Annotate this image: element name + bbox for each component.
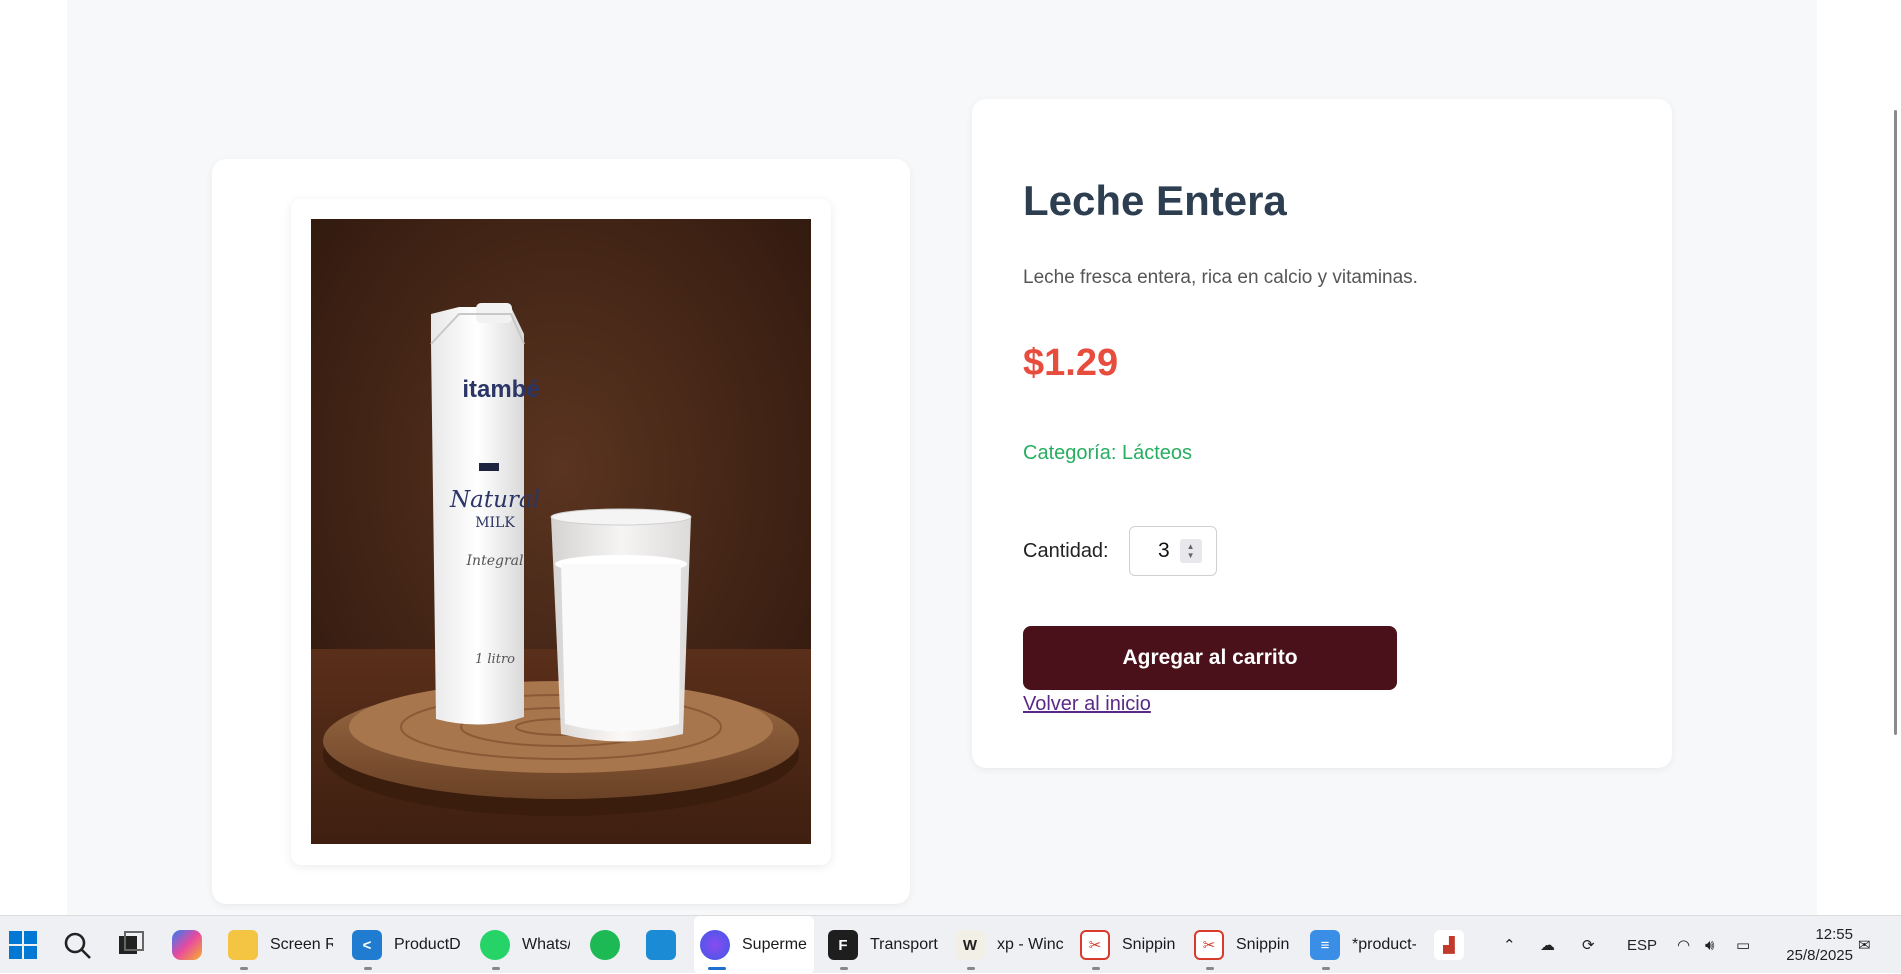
copilot-icon xyxy=(172,930,202,960)
whatsapp-icon xyxy=(480,930,510,960)
taskbar-app-7[interactable]: F Transport xyxy=(828,916,938,974)
battery-icon[interactable]: ▭ xyxy=(1736,916,1750,974)
taskbar-app-11[interactable]: ≡ *product- xyxy=(1310,916,1416,974)
quantity-label: Cantidad: xyxy=(1023,539,1109,562)
taskbar-app-5[interactable] xyxy=(646,916,682,974)
language-indicator[interactable]: ESP xyxy=(1627,916,1657,974)
snipping-icon: ✂ xyxy=(1194,930,1224,960)
taskbar-app-10[interactable]: ✂ Snippin xyxy=(1194,916,1299,974)
firefox-icon xyxy=(700,930,730,960)
carton-brand-text: itambé xyxy=(462,376,539,403)
spotify-icon xyxy=(590,930,620,960)
taskbar-app-1[interactable]: Screen Re xyxy=(228,916,333,974)
taskbar-app-12[interactable]: ▟ xyxy=(1434,916,1470,974)
product-image: itambé Natural MILK Integral 1 litro xyxy=(311,219,811,844)
scrollbar[interactable] xyxy=(1894,110,1897,735)
wifi-icon[interactable]: ◠ xyxy=(1677,916,1690,974)
folder-icon xyxy=(228,930,258,960)
vmware-icon xyxy=(646,930,676,960)
product-price: $1.29 xyxy=(1023,342,1119,384)
notifications-icon[interactable]: ✉ xyxy=(1858,916,1871,974)
taskbar-app-4[interactable] xyxy=(590,916,626,974)
chevron-up-icon[interactable]: ⌃ xyxy=(1503,936,1516,954)
sync-icon[interactable]: ⟳ xyxy=(1582,916,1595,974)
search-icon xyxy=(64,932,91,959)
browser-page: itambé Natural MILK Integral 1 litro Lec… xyxy=(0,0,1901,915)
wincmd-icon: W xyxy=(955,930,985,960)
vscode-icon: < xyxy=(352,930,382,960)
tray-overflow-button[interactable]: ⌃ xyxy=(1503,916,1516,974)
product-info-card: Leche Entera Leche fresca entera, rica e… xyxy=(972,99,1672,768)
task-view-button[interactable] xyxy=(116,916,146,974)
quantity-stepper[interactable]: 3 ▲ ▼ xyxy=(1128,526,1217,576)
clock-time[interactable]: 12:55 xyxy=(1773,924,1853,945)
product-category: Categoría: Lácteos xyxy=(1023,442,1192,464)
product-image-card: itambé Natural MILK Integral 1 litro xyxy=(212,159,910,904)
copilot-button[interactable] xyxy=(172,916,202,974)
taskbar-app-9[interactable]: ✂ Snippin xyxy=(1080,916,1185,974)
clock-date[interactable]: 25/8/2025 xyxy=(1773,945,1853,966)
onedrive-icon[interactable]: ☁ xyxy=(1540,916,1555,974)
chevron-down-icon[interactable]: ▼ xyxy=(1187,551,1195,560)
snipping-icon: ✂ xyxy=(1080,930,1110,960)
product-description: Leche fresca entera, rica en calcio y vi… xyxy=(1023,267,1418,288)
add-to-cart-button[interactable]: Agregar al carrito xyxy=(1023,626,1397,690)
quantity-value[interactable]: 3 xyxy=(1158,539,1170,563)
chart-app-icon: ▟ xyxy=(1434,930,1464,960)
taskbar: Screen Re < ProductD Whats/ Superme F Tr… xyxy=(0,915,1901,974)
clock[interactable]: 12:55 25/8/2025 xyxy=(1773,924,1853,966)
chevron-up-icon[interactable]: ▲ xyxy=(1187,542,1195,551)
quantity-row: Cantidad: 3 ▲ ▼ xyxy=(1023,526,1217,576)
task-view-icon xyxy=(119,931,144,954)
product-title: Leche Entera xyxy=(1023,177,1287,224)
taskbar-app-6[interactable]: Superme xyxy=(694,916,814,974)
figma-icon: F xyxy=(828,930,858,960)
taskbar-app-8[interactable]: W xp - Winc xyxy=(955,916,1067,974)
start-button[interactable] xyxy=(8,916,38,974)
taskbar-app-3[interactable]: Whats/ xyxy=(480,916,570,974)
carton-volume-text: 1 litro xyxy=(475,652,515,667)
carton-variety-text: Integral xyxy=(466,553,524,569)
quantity-spinner[interactable]: ▲ ▼ xyxy=(1179,539,1202,563)
notepad-icon: ≡ xyxy=(1310,930,1340,960)
product-image-frame: itambé Natural MILK Integral 1 litro xyxy=(291,199,831,865)
taskbar-app-2[interactable]: < ProductD xyxy=(352,916,460,974)
windows-icon xyxy=(9,931,37,959)
volume-icon[interactable]: 🔊︎ xyxy=(1705,916,1714,974)
search-button[interactable] xyxy=(62,916,92,974)
carton-product-text: Natural xyxy=(449,487,540,513)
back-home-link[interactable]: Volver al inicio xyxy=(1023,693,1151,716)
carton-milk-text: MILK xyxy=(475,515,515,531)
